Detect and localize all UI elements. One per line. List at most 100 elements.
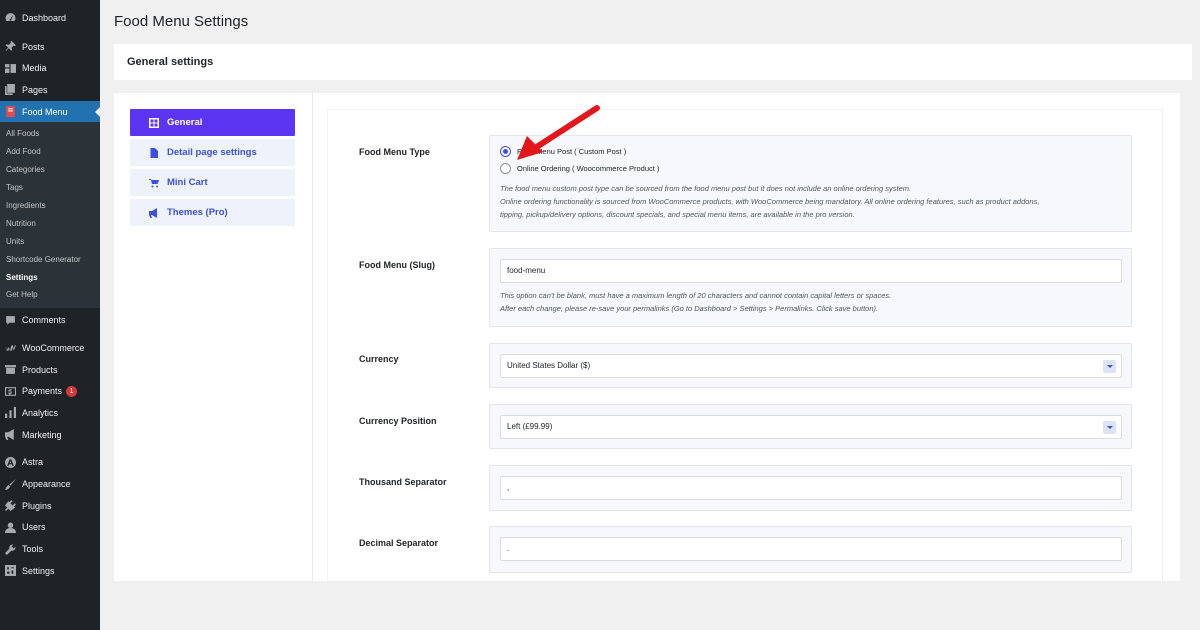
comments-icon — [5, 315, 16, 326]
woocommerce-icon — [5, 342, 16, 353]
sidebar-item-label: Plugins — [22, 500, 52, 511]
submenu-units[interactable]: Units — [0, 233, 100, 251]
section-header: General settings — [114, 44, 1192, 80]
cart-icon — [148, 177, 159, 188]
slug-box: food-menu This option can't be blank, mu… — [489, 248, 1132, 327]
astra-icon — [5, 456, 16, 468]
sidebar-item-marketing[interactable]: Marketing — [0, 424, 100, 446]
radio-label: Food Menu Post ( Custom Post ) — [517, 147, 627, 156]
thousand-separator-box: , — [489, 465, 1132, 511]
admin-sidebar: Dashboard Posts Media Pages Food Menu Al… — [0, 0, 100, 630]
sidebar-item-media[interactable]: Media — [0, 57, 100, 79]
sidebar-item-users[interactable]: Users — [0, 517, 100, 539]
page-title: Food Menu Settings — [114, 13, 249, 30]
decimal-separator-box: . — [489, 526, 1132, 573]
pages-icon — [5, 84, 16, 96]
food-menu-type-desc-1: The food menu custom post type can be so… — [500, 184, 912, 193]
plugins-icon — [5, 500, 16, 512]
chevron-down-icon — [1103, 421, 1116, 434]
sidebar-item-tools[interactable]: Tools — [0, 538, 100, 560]
sidebar-item-woocommerce[interactable]: WooCommerce — [0, 337, 100, 359]
radio-button-food-menu-post[interactable] — [500, 146, 511, 157]
sidebar-item-products[interactable]: Products — [0, 359, 100, 381]
currency-position-box: Left (£99.99) — [489, 404, 1132, 449]
sidebar-item-food-menu[interactable]: Food Menu — [0, 100, 100, 123]
thousand-separator-input[interactable]: , — [500, 476, 1122, 500]
slug-label: Food Menu (Slug) — [359, 260, 435, 270]
food-menu-icon — [5, 106, 16, 118]
submenu-add-food[interactable]: Add Food — [0, 143, 100, 161]
radio-food-menu-post[interactable]: Food Menu Post ( Custom Post ) — [490, 143, 1131, 160]
sidebar-item-label: Food Menu — [22, 106, 68, 117]
sidebar-item-label: Posts — [22, 41, 45, 52]
sidebar-item-dashboard[interactable]: Dashboard — [0, 7, 100, 29]
submenu-categories[interactable]: Categories — [0, 161, 100, 179]
sidebar-item-label: Analytics — [22, 407, 59, 418]
sidebar-item-label: Tools — [22, 544, 44, 555]
currency-label: Currency — [359, 354, 399, 364]
submenu-ingredients[interactable]: Ingredients — [0, 197, 100, 215]
decimal-separator-input[interactable]: . — [500, 537, 1122, 561]
tab-label: General — [167, 117, 203, 128]
radio-button-online-ordering[interactable] — [500, 163, 511, 174]
slug-desc-2: After each change, please re-save your p… — [500, 304, 879, 313]
submenu-shortcode-generator[interactable]: Shortcode Generator — [0, 251, 100, 269]
submenu-nutrition[interactable]: Nutrition — [0, 215, 100, 233]
sidebar-item-label: Settings — [22, 565, 55, 576]
tab-detail-page-settings[interactable]: Detail page settings — [130, 139, 295, 166]
currency-position-select[interactable]: Left (£99.99) — [500, 415, 1122, 439]
users-icon — [5, 522, 16, 533]
sidebar-item-settings[interactable]: Settings — [0, 560, 100, 582]
settings-icon — [5, 565, 16, 577]
submenu-all-foods[interactable]: All Foods — [0, 125, 100, 143]
tab-label: Mini Cart — [167, 177, 208, 188]
products-icon — [5, 364, 16, 375]
sidebar-item-label: Comments — [22, 315, 66, 326]
currency-position-label: Currency Position — [359, 416, 437, 426]
slug-desc-1: This option can't be blank, must have a … — [500, 291, 892, 300]
settings-panel: General Detail page settings Mini Cart T… — [114, 93, 1180, 581]
submenu-tags[interactable]: Tags — [0, 179, 100, 197]
dashboard-icon — [5, 12, 16, 23]
sidebar-item-analytics[interactable]: Analytics — [0, 402, 100, 424]
food-menu-submenu: All Foods Add Food Categories Tags Ingre… — [0, 122, 100, 309]
payments-icon — [5, 386, 16, 397]
sidebar-item-label: Pages — [22, 84, 48, 95]
radio-label: Online Ordering ( Woocommerce Product ) — [517, 164, 660, 173]
food-menu-type-label: Food Menu Type — [359, 147, 430, 157]
currency-box: United States Dollar ($) — [489, 343, 1132, 388]
sidebar-item-astra[interactable]: Astra — [0, 451, 100, 473]
currency-select[interactable]: United States Dollar ($) — [500, 354, 1122, 378]
media-icon — [5, 63, 16, 74]
tab-themes-pro[interactable]: Themes (Pro) — [130, 199, 295, 226]
sidebar-item-label: Media — [22, 63, 47, 74]
food-menu-type-desc-2: Online ordering functionality is sourced… — [500, 197, 1040, 206]
marketing-icon — [5, 429, 16, 441]
sidebar-item-pages[interactable]: Pages — [0, 79, 100, 101]
sidebar-item-comments[interactable]: Comments — [0, 309, 100, 331]
sidebar-item-label: Appearance — [22, 479, 71, 489]
radio-online-ordering[interactable]: Online Ordering ( Woocommerce Product ) — [490, 160, 1131, 177]
document-icon — [148, 147, 159, 158]
sidebar-item-label: Products — [22, 364, 58, 375]
sidebar-item-plugins[interactable]: Plugins — [0, 495, 100, 517]
food-menu-type-desc-3: tipping, pickup/delivery options, discou… — [500, 210, 855, 219]
sidebar-item-posts[interactable]: Posts — [0, 36, 100, 58]
tools-icon — [5, 544, 16, 555]
pin-icon — [5, 41, 16, 52]
thousand-separator-label: Thousand Separator — [359, 477, 447, 487]
sidebar-item-label: WooCommerce — [22, 342, 85, 353]
settings-tabs: General Detail page settings Mini Cart T… — [130, 109, 295, 229]
submenu-settings[interactable]: Settings — [0, 269, 100, 287]
slug-input[interactable]: food-menu — [500, 259, 1122, 283]
tab-mini-cart[interactable]: Mini Cart — [130, 169, 295, 196]
general-settings-form: Food Menu Type Food Menu Post ( Custom P… — [327, 109, 1163, 581]
sidebar-item-label: Dashboard — [22, 12, 67, 23]
submenu-get-help[interactable]: Get Help — [0, 286, 100, 304]
chevron-down-icon — [1103, 360, 1116, 373]
grid-icon — [148, 117, 159, 128]
currency-select-value: United States Dollar ($) — [507, 361, 591, 370]
sidebar-item-appearance[interactable]: Appearance — [0, 473, 100, 495]
sidebar-item-payments[interactable]: Payments 1 — [0, 380, 100, 402]
tab-general[interactable]: General — [130, 109, 295, 136]
